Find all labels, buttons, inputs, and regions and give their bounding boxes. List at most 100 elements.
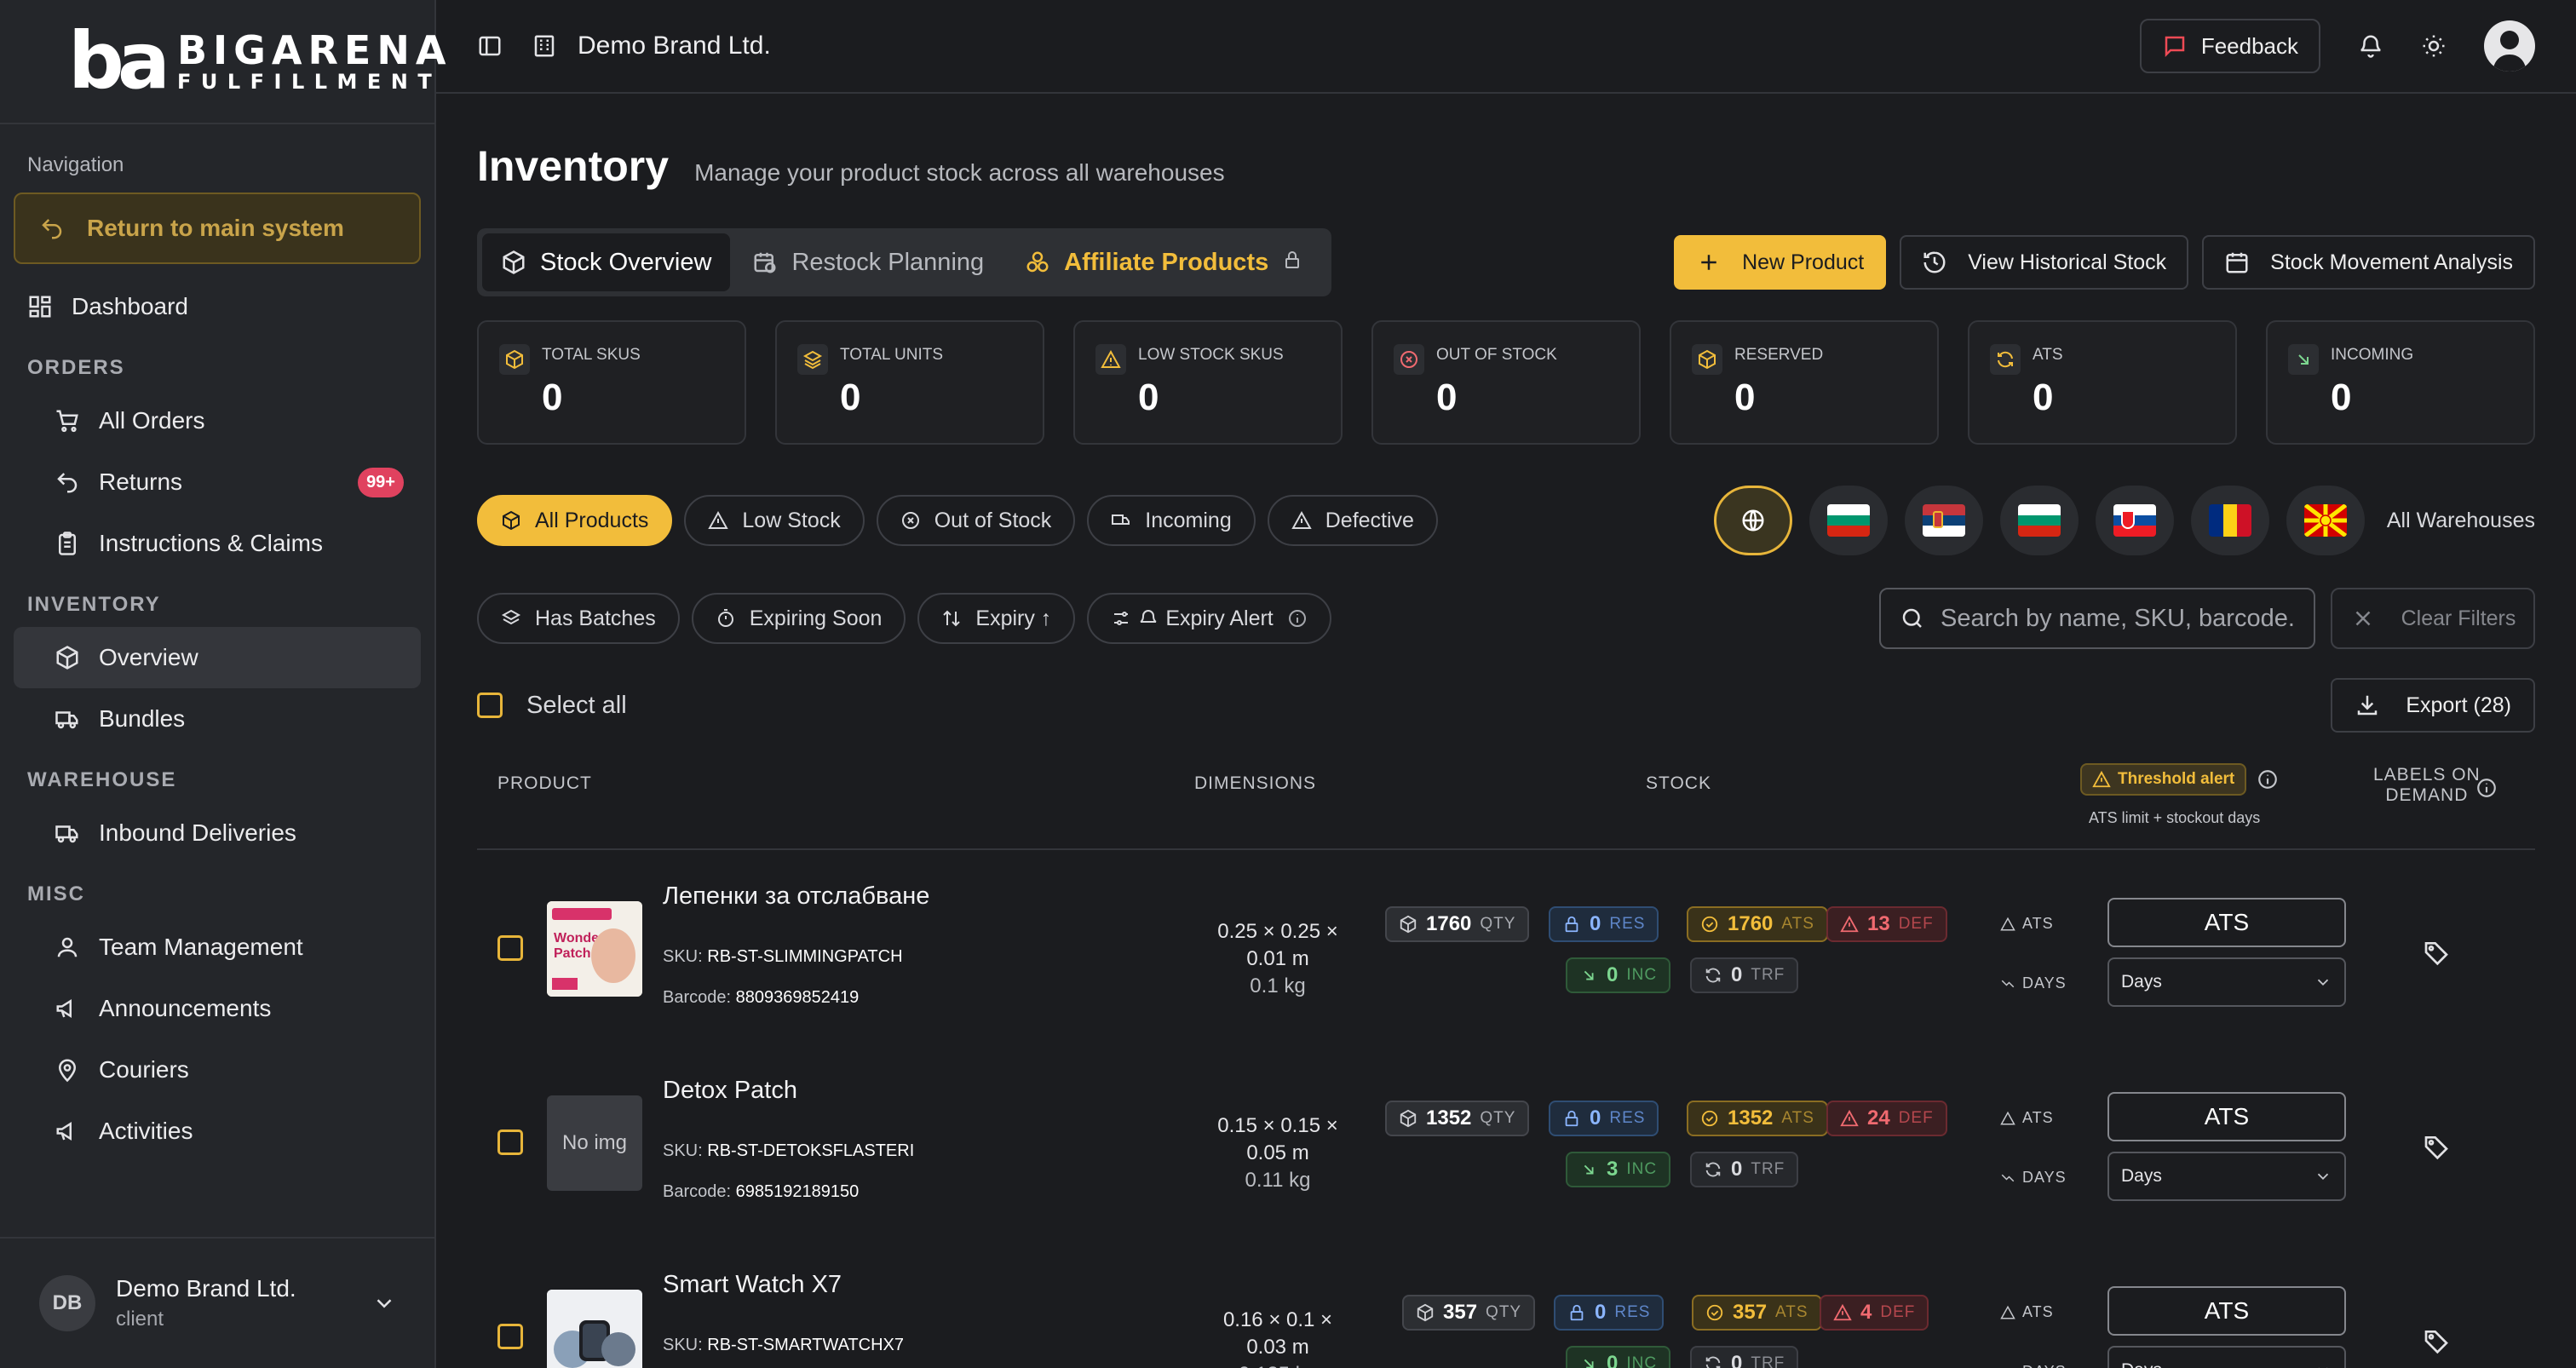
table-row[interactable]: Smart Watch X7 SKU: RB-ST-SMARTWATCHX7 0… [477, 1239, 2535, 1368]
stat-card-total-units: TOTAL UNITS 0 [775, 320, 1044, 445]
tab-restock-planning[interactable]: Restock Planning [733, 233, 1003, 291]
account-switcher[interactable]: DB Demo Brand Ltd. client [0, 1237, 434, 1368]
product-thumbnail[interactable]: Wonder Patch [547, 901, 642, 997]
user-avatar[interactable] [2484, 20, 2535, 72]
product-thumbnail[interactable] [547, 1290, 642, 1368]
days-select[interactable]: Days [2107, 1152, 2346, 1201]
row-checkbox[interactable] [497, 935, 523, 961]
table-row[interactable]: Wonder Patch Лепенки за отслабване SKU: R… [477, 850, 2535, 1044]
product-name[interactable]: Detox Patch [663, 1077, 797, 1105]
sort-expiry[interactable]: Expiry ↑ [917, 593, 1076, 644]
label-on-demand-icon[interactable] [2423, 1133, 2450, 1160]
label-on-demand-icon[interactable] [2423, 939, 2450, 966]
sidebar-item-returns[interactable]: Returns 99+ [0, 451, 434, 513]
ats-threshold-input[interactable]: ATS [2107, 898, 2346, 947]
defective-pill: 24 DEF [1826, 1101, 1947, 1136]
row-checkbox[interactable] [497, 1324, 523, 1349]
package-icon [1692, 344, 1722, 375]
warehouse-bulgaria-2[interactable] [1999, 486, 2079, 555]
stat-value: 0 [542, 376, 563, 418]
filter-expiring-soon[interactable]: Expiring Soon [691, 593, 906, 644]
new-product-button[interactable]: New Product [1674, 235, 1887, 290]
filter-has-batches[interactable]: Has Batches [477, 593, 680, 644]
warehouse-serbia[interactable] [1904, 486, 1983, 555]
stat-card-out-of-stock: OUT OF STOCK 0 [1371, 320, 1641, 445]
movement-label: Stock Movement Analysis [2270, 250, 2513, 274]
warehouse-slovakia[interactable] [2095, 486, 2174, 555]
filter-out-of-stock[interactable]: Out of Stock [876, 495, 1076, 546]
sidebar-item-label: All Orders [99, 407, 205, 434]
logo-word-2: FULFILLMENT [176, 70, 442, 94]
days-threshold-label: DAYS [2000, 1363, 2067, 1368]
def-unit: DEF [1898, 1109, 1934, 1127]
return-to-main-button[interactable]: Return to main system [14, 193, 421, 264]
filter-defective[interactable]: Defective [1267, 495, 1438, 546]
export-button[interactable]: Export (28) [2331, 678, 2535, 733]
sidebar-item-team[interactable]: Team Management [0, 917, 434, 978]
all-warehouses-label[interactable]: All Warehouses [2387, 509, 2535, 533]
clipboard-icon [55, 531, 80, 556]
sidebar-item-announcements[interactable]: Announcements [0, 978, 434, 1039]
bell-icon[interactable] [2358, 33, 2383, 59]
ats-threshold-input[interactable]: ATS [2107, 1286, 2346, 1336]
search-input[interactable] [1941, 604, 2295, 633]
info-icon[interactable] [2257, 768, 2279, 790]
sidebar-item-instructions[interactable]: Instructions & Claims [0, 513, 434, 574]
clear-filters-button[interactable]: Clear Filters [2331, 588, 2535, 649]
select-all-label[interactable]: Select all [526, 692, 627, 720]
qty-value: 357 [1443, 1301, 1478, 1324]
tab-stock-overview[interactable]: Stock Overview [482, 233, 731, 291]
sidebar-item-couriers[interactable]: Couriers [0, 1039, 434, 1101]
x-circle-icon [900, 510, 921, 531]
product-thumbnail[interactable]: No img [547, 1095, 642, 1191]
filter-all-products[interactable]: All Products [477, 495, 673, 546]
warehouse-all-globe[interactable] [1713, 486, 1792, 555]
stat-card-reserved: RESERVED 0 [1670, 320, 1939, 445]
filter-low-stock[interactable]: Low Stock [684, 495, 865, 546]
stat-label: ATS [2033, 346, 2063, 364]
select-all-checkbox[interactable] [477, 693, 503, 718]
product-image [547, 1290, 642, 1368]
sidebar-item-overview[interactable]: Overview [14, 627, 421, 688]
arrow-down-right-icon [2288, 344, 2319, 375]
warehouse-bulgaria[interactable] [1808, 486, 1888, 555]
ats-threshold-input[interactable]: ATS [2107, 1092, 2346, 1141]
sun-icon[interactable] [2421, 33, 2447, 59]
warning-icon [1833, 1303, 1852, 1321]
brand-logo[interactable]: ba BIGARENA FULFILLMENT [0, 0, 446, 124]
close-icon [2350, 606, 2376, 631]
stat-label: OUT OF STOCK [1436, 346, 1557, 364]
stock-movement-analysis-button[interactable]: Stock Movement Analysis [2202, 235, 2535, 290]
feedback-button[interactable]: Feedback [2139, 19, 2320, 73]
ats-label-text: ATS [2022, 1109, 2054, 1126]
sidebar-item-dashboard[interactable]: Dashboard [0, 276, 434, 337]
days-threshold-label: DAYS [2000, 974, 2067, 992]
sidebar-item-bundles[interactable]: Bundles [0, 688, 434, 750]
days-select[interactable]: Days [2107, 957, 2346, 1007]
table-row[interactable]: No img Detox Patch SKU: RB-ST-DETOKSFLAS… [477, 1044, 2535, 1239]
view-historical-stock-button[interactable]: View Historical Stock [1900, 235, 2189, 290]
product-name[interactable]: Лепенки за отслабване [663, 882, 929, 911]
sidebar-item-activities[interactable]: Activities [0, 1101, 434, 1162]
truck-icon [1111, 510, 1131, 531]
tab-affiliate-products[interactable]: Affiliate Products [1006, 233, 1326, 291]
warehouse-romania[interactable] [2190, 486, 2269, 555]
bulgaria-flag-icon [2017, 504, 2061, 537]
row-checkbox[interactable] [497, 1129, 523, 1155]
filter-incoming[interactable]: Incoming [1087, 495, 1256, 546]
arrow-down-right-icon [1584, 970, 1594, 980]
sidebar-toggle-icon[interactable] [477, 33, 503, 59]
info-icon[interactable] [2475, 777, 2498, 799]
label-on-demand-icon[interactable] [2423, 1327, 2450, 1354]
days-select[interactable]: Days [2107, 1346, 2346, 1368]
warehouse-north-macedonia[interactable] [2286, 486, 2365, 555]
filter-expiry-alert[interactable]: Expiry Alert [1087, 593, 1331, 644]
qty-pill: 357 QTY [1402, 1295, 1536, 1331]
product-name[interactable]: Smart Watch X7 [663, 1271, 842, 1299]
sidebar-item-all-orders[interactable]: All Orders [0, 390, 434, 451]
layers-icon [501, 608, 521, 629]
sidebar-item-inbound[interactable]: Inbound Deliveries [0, 802, 434, 864]
reserved-pill: 0 RES [1549, 906, 1659, 942]
account-info: Demo Brand Ltd. client [116, 1275, 296, 1331]
check-circle-icon [1701, 916, 1718, 933]
